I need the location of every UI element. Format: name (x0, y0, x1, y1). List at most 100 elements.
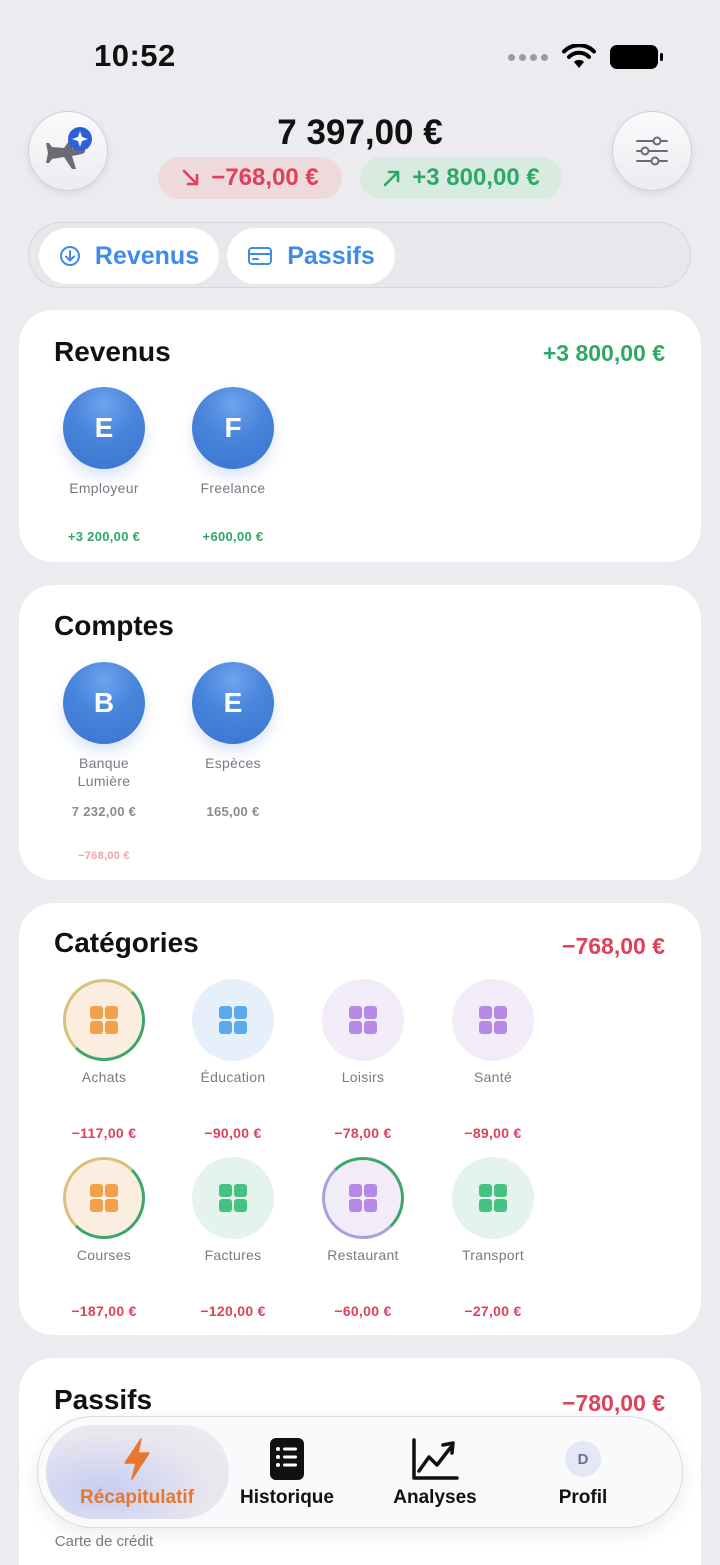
expense-total-pill[interactable]: −768,00 € (158, 157, 342, 199)
tab-profil[interactable]: D Profil (508, 1417, 658, 1529)
income-total-pill[interactable]: +3 800,00 € (360, 157, 562, 199)
revenus-total: +3 800,00 € (542, 340, 665, 366)
expense-total-value: −768,00 € (211, 164, 319, 191)
tab-label: Historique (240, 1487, 334, 1508)
arrow-down-right-icon (182, 169, 199, 186)
tab-analyses[interactable]: Analyses (360, 1417, 510, 1529)
account-balance: 165,00 € (206, 804, 260, 819)
category-label: Éducation (200, 1069, 266, 1085)
filter-chip-label: Passifs (287, 241, 375, 270)
avatar: D (565, 1441, 601, 1477)
tab-label: Récapitulatif (79, 1487, 195, 1508)
income-source-employeur[interactable]: E Employeur +3 200,00 € (39, 387, 169, 544)
account-avatar: E (192, 662, 274, 744)
category-achats[interactable]: Achats −117,00 € (39, 979, 169, 1141)
sliders-icon (636, 136, 668, 166)
category-circle (192, 979, 274, 1061)
list-icon (270, 1438, 304, 1480)
arrow-down-circle-icon (59, 246, 80, 266)
grid-icon (90, 1006, 118, 1034)
categories-card: Catégories −768,00 € Achats −117,00 € Éd… (19, 903, 701, 1335)
category-label: Transport (461, 1247, 525, 1263)
credit-card-icon (248, 247, 273, 265)
category-label: Courses (76, 1247, 132, 1263)
revenus-title: Revenus (54, 336, 171, 367)
tab-label: Profil (558, 1487, 608, 1508)
category-education[interactable]: Éducation −90,00 € (168, 979, 298, 1141)
category-amount: −187,00 € (71, 1303, 137, 1319)
category-label: Achats (81, 1069, 127, 1085)
category-factures[interactable]: Factures −120,00 € (168, 1157, 298, 1319)
income-source-amount: +3 200,00 € (67, 529, 141, 544)
income-source-amount: +600,00 € (202, 529, 264, 544)
category-label: Restaurant (327, 1247, 399, 1263)
filter-chip-passifs[interactable]: Passifs (227, 228, 395, 284)
category-amount: −60,00 € (334, 1303, 392, 1319)
account-especes[interactable]: E Espèces 165,00 € (168, 662, 298, 819)
grid-icon (90, 1184, 118, 1212)
category-circle (63, 1157, 145, 1239)
grid-icon (219, 1184, 247, 1212)
category-loisirs[interactable]: Loisirs −78,00 € (298, 979, 428, 1141)
category-amount: −78,00 € (334, 1125, 392, 1141)
category-sante[interactable]: Santé −89,00 € (428, 979, 558, 1141)
comptes-card: Comptes B Banque Lumière 7 232,00 € −768… (19, 585, 701, 880)
status-icons (508, 44, 663, 70)
category-circle (63, 979, 145, 1061)
tab-label: Analyses (393, 1487, 477, 1508)
category-restaurant[interactable]: Restaurant −60,00 € (298, 1157, 428, 1319)
grid-icon (219, 1006, 247, 1034)
battery-icon (610, 45, 663, 69)
chart-icon (412, 1438, 459, 1480)
category-label: Loisirs (341, 1069, 385, 1085)
grid-icon (479, 1184, 507, 1212)
income-source-label: Freelance (200, 480, 266, 496)
status-time: 10:52 (94, 38, 176, 73)
income-total-value: +3 800,00 € (412, 164, 540, 191)
filter-chip-revenus[interactable]: Revenus (39, 228, 219, 284)
category-amount: −27,00 € (464, 1303, 522, 1319)
filter-chip-label: Revenus (94, 241, 200, 270)
grid-icon (349, 1006, 377, 1034)
tab-historique[interactable]: Historique (212, 1417, 362, 1529)
income-source-label: Employeur (69, 480, 139, 496)
tab-bar: Récapitulatif Historique Analyses D Prof… (37, 1416, 683, 1528)
income-source-avatar: F (192, 387, 274, 469)
passifs-total: −780,00 € (562, 1390, 665, 1416)
passifs-title: Passifs (54, 1384, 153, 1415)
categories-total: −768,00 € (562, 933, 665, 959)
signal-icon (508, 53, 548, 61)
grid-icon (349, 1184, 377, 1212)
liability-label[interactable]: Carte de crédit (34, 1533, 174, 1551)
arrow-up-right-icon (383, 170, 400, 187)
category-circle (322, 979, 404, 1061)
category-circle (322, 1157, 404, 1239)
account-label: Banque Lumière (77, 755, 131, 789)
filter-bar: Revenus Passifs (28, 222, 691, 288)
wifi-icon (562, 44, 596, 68)
category-circle (452, 1157, 534, 1239)
category-circle (452, 979, 534, 1061)
category-amount: −120,00 € (200, 1303, 266, 1319)
account-change: −768,00 € (78, 850, 130, 862)
tab-recapitulatif[interactable]: Récapitulatif (62, 1417, 212, 1529)
category-label: Santé (473, 1069, 513, 1085)
comptes-title: Comptes (54, 610, 174, 641)
category-courses[interactable]: Courses −187,00 € (39, 1157, 169, 1319)
category-circle (192, 1157, 274, 1239)
account-banque-lumiere[interactable]: B Banque Lumière 7 232,00 € −768,00 € (39, 662, 169, 862)
category-amount: −89,00 € (464, 1125, 522, 1141)
account-label: Espèces (205, 755, 261, 771)
filters-button[interactable] (612, 111, 692, 191)
status-bar: 10:52 (0, 0, 720, 110)
category-amount: −90,00 € (204, 1125, 262, 1141)
revenus-card: Revenus +3 800,00 € E Employeur +3 200,0… (19, 310, 701, 562)
account-avatar: B (63, 662, 145, 744)
category-amount: −117,00 € (71, 1125, 137, 1141)
income-source-avatar: E (63, 387, 145, 469)
grid-icon (479, 1006, 507, 1034)
account-balance: 7 232,00 € (71, 804, 137, 819)
income-source-freelance[interactable]: F Freelance +600,00 € (168, 387, 298, 544)
category-transport[interactable]: Transport −27,00 € (428, 1157, 558, 1319)
categories-title: Catégories (54, 927, 199, 958)
